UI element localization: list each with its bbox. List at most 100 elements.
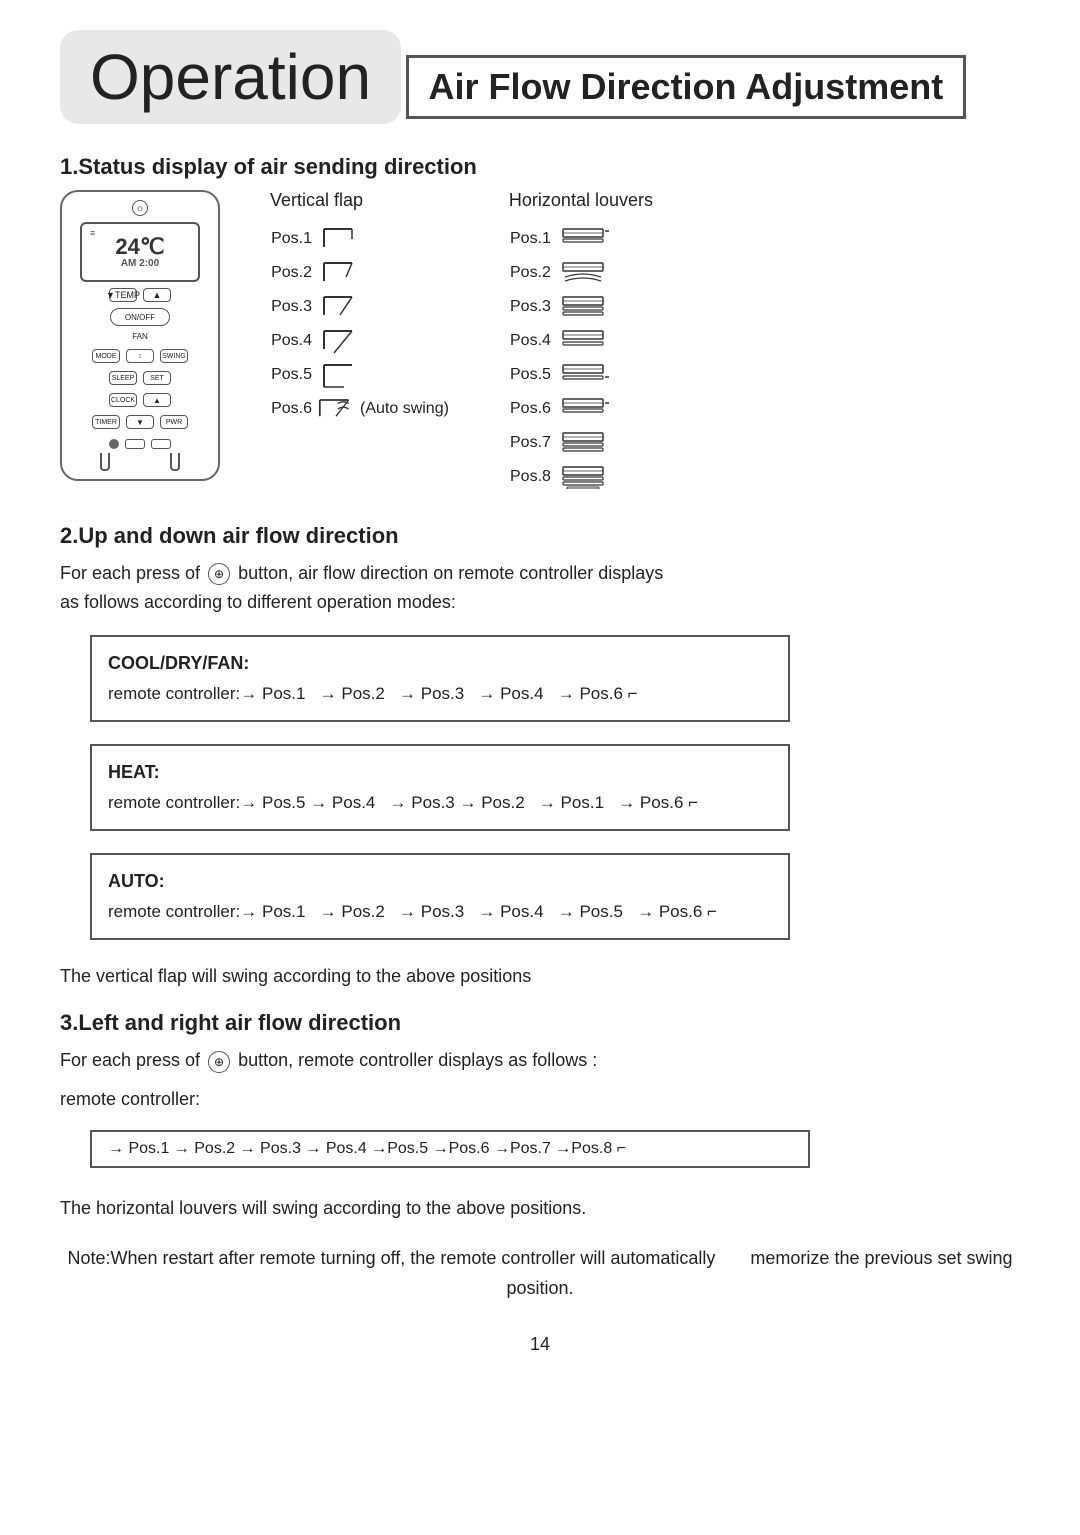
hlouver-pos2-label: Pos.2 <box>509 264 551 282</box>
hlouver-pos6-label: Pos.6 <box>509 400 551 418</box>
vflap-pos2-icon <box>322 259 358 287</box>
leftright-section: 3.Left and right air flow direction For … <box>60 1010 1020 1222</box>
hlouver-pos6-icon <box>561 397 611 421</box>
vflap-pos4: Pos.4 <box>270 325 449 357</box>
btn-row-5: TIMER ▼ PWR <box>92 415 188 429</box>
vflap-pos4-icon <box>322 327 358 355</box>
page-title: Operation <box>60 30 401 124</box>
dot-1 <box>109 439 119 449</box>
cool-label: COOL/DRY/FAN: <box>108 647 772 679</box>
auto-flow-diagram: AUTO: remote controller:→ Pos.1 → Pos.2 … <box>90 853 790 940</box>
hlouver-pos5-label: Pos.5 <box>509 366 551 384</box>
vflap-pos2-label: Pos.2 <box>270 264 312 282</box>
updown-text2: button, air flow direction on remote con… <box>238 563 663 583</box>
hlouver-pos8: Pos.8 <box>509 461 653 493</box>
hlouver-pos1-label: Pos.1 <box>509 230 551 248</box>
horizontal-swing-note: The horizontal louvers will swing accord… <box>60 1194 1020 1223</box>
fan-label: FAN <box>132 332 148 341</box>
remote-bar2 <box>151 439 171 449</box>
vflap-pos1-label: Pos.1 <box>270 230 312 248</box>
hlouver-pos2: Pos.2 <box>509 257 653 289</box>
hlouver-pos8-icon <box>561 465 611 489</box>
horizontal-flow-box: → Pos.1 → Pos.2 → Pos.3 → Pos.4 →Pos.5 →… <box>90 1130 810 1168</box>
btn-row-1: ▼TEMP ▲ <box>109 288 171 302</box>
vflap-pos3-icon <box>322 293 358 321</box>
heat-label: HEAT: <box>108 756 772 788</box>
auto-flow-text: remote controller:→ Pos.1 → Pos.2 → Pos.… <box>108 897 772 928</box>
timer-btn[interactable]: TIMER <box>92 415 120 429</box>
cool-flow-text: remote controller:→ Pos.1 → Pos.2 → Pos.… <box>108 679 772 710</box>
powersoft-btn[interactable]: PWR <box>160 415 188 429</box>
swing-btn[interactable]: SWING <box>160 349 188 363</box>
airflow-btn[interactable]: ↕ <box>126 349 154 363</box>
updown-section: 2.Up and down air flow direction For eac… <box>60 523 1020 990</box>
heat-flow-diagram: HEAT: remote controller:→ Pos.5 → Pos.4 … <box>90 744 790 831</box>
hlouver-pos3: Pos.3 <box>509 291 653 323</box>
btn-row-4: CLOCK ▲ <box>109 393 171 407</box>
screen-detail: ≡ <box>90 228 95 238</box>
remote-drawing: ☼ ≡ 24℃ AM 2:00 ▼TEMP ▲ ON/OFF FAN MODE <box>60 190 220 481</box>
temp-up-btn[interactable]: ▲ <box>143 288 171 302</box>
status-display-section: ☼ ≡ 24℃ AM 2:00 ▼TEMP ▲ ON/OFF FAN MODE <box>60 190 1020 493</box>
hlouver-pos3-icon <box>561 295 611 319</box>
hlouver-pos1-icon <box>561 227 611 251</box>
hlouver-pos1: Pos.1 <box>509 223 653 255</box>
horizontal-louver-column: Horizontal louvers Pos.1 Pos.2 <box>509 190 653 493</box>
vertical-flap-column: Vertical flap Pos.1 Pos.2 <box>270 190 449 493</box>
hlouver-pos5: Pos.5 <box>509 359 653 391</box>
vflap-pos5-label: Pos.5 <box>270 366 312 384</box>
subsection3-title: 3.Left and right air flow direction <box>60 1010 1020 1036</box>
remote-control-image: ☼ ≡ 24℃ AM 2:00 ▼TEMP ▲ ON/OFF FAN MODE <box>60 190 240 493</box>
hlouver-pos7-label: Pos.7 <box>509 434 551 452</box>
screen-content: 24℃ AM 2:00 <box>115 236 164 269</box>
auto-label: AUTO: <box>108 865 772 897</box>
on-off-btn[interactable]: ON/OFF <box>110 308 170 326</box>
screen-temp: 24℃ <box>115 236 164 258</box>
vflap-pos5: Pos.5 <box>270 359 449 391</box>
remote-top-circle: ☼ <box>132 200 148 216</box>
vflap-pos4-label: Pos.4 <box>270 332 312 350</box>
hlouver-pos4: Pos.4 <box>509 325 653 357</box>
hlouver-pos6: Pos.6 <box>509 393 653 425</box>
vflap-pos6: Pos.6 (Auto swing) <box>270 393 449 425</box>
cool-flow-diagram: COOL/DRY/FAN: remote controller:→ Pos.1 … <box>90 635 790 722</box>
vflap-pos6-label: Pos.6 <box>270 400 312 418</box>
leftright-flow-text: → Pos.1 → Pos.2 → Pos.3 → Pos.4 →Pos.5 →… <box>108 1140 626 1157</box>
hlouver-pos5-icon <box>561 363 611 387</box>
vertical-swing-note: The vertical flap will swing according t… <box>60 962 1020 991</box>
up-btn[interactable]: ▲ <box>143 393 171 407</box>
swing-button-icon: ⊕ <box>208 563 230 585</box>
hlouver-pos4-icon <box>561 329 611 353</box>
hlouver-pos7: Pos.7 <box>509 427 653 459</box>
updown-text3: as follows according to different operat… <box>60 592 456 612</box>
leftright-label: remote controller: <box>60 1085 1020 1114</box>
mode-btn[interactable]: MODE <box>92 349 120 363</box>
vflap-pos6-icon <box>318 395 354 423</box>
flap-louver-section: Vertical flap Pos.1 Pos.2 <box>270 190 1020 493</box>
restart-note: Note:When restart after remote turning o… <box>60 1243 1020 1304</box>
leftright-swing-icon: ⊕ <box>208 1051 230 1073</box>
set-btn[interactable]: SET <box>143 371 171 385</box>
leftright-text: For each press of ⊕ button, remote contr… <box>60 1046 1020 1075</box>
vflap-pos1-icon <box>322 225 358 253</box>
leftright-text1: For each press of <box>60 1050 200 1070</box>
subsection2-title: 2.Up and down air flow direction <box>60 523 1020 549</box>
temp-down-btn[interactable]: ▼TEMP <box>109 288 137 302</box>
updown-text1: For each press of <box>60 563 200 583</box>
vflap-pos2: Pos.2 <box>270 257 449 289</box>
sleep-btn[interactable]: SLEEP <box>109 371 137 385</box>
vflap-pos1: Pos.1 <box>270 223 449 255</box>
stand-leg-right <box>170 453 180 471</box>
vflap-pos5-icon <box>322 361 358 389</box>
clock-btn[interactable]: CLOCK <box>109 393 137 407</box>
remote-stand <box>100 453 180 471</box>
remote-dots <box>109 439 171 449</box>
remote-screen: ≡ 24℃ AM 2:00 <box>80 222 200 282</box>
stand-leg-left <box>100 453 110 471</box>
down-btn[interactable]: ▼ <box>126 415 154 429</box>
updown-text: For each press of ⊕ button, air flow dir… <box>60 559 1020 617</box>
section-title: Air Flow Direction Adjustment <box>406 55 967 119</box>
hlouver-pos8-label: Pos.8 <box>509 468 551 486</box>
horizontal-louver-header: Horizontal louvers <box>509 190 653 211</box>
hlouver-pos7-icon <box>561 431 611 455</box>
